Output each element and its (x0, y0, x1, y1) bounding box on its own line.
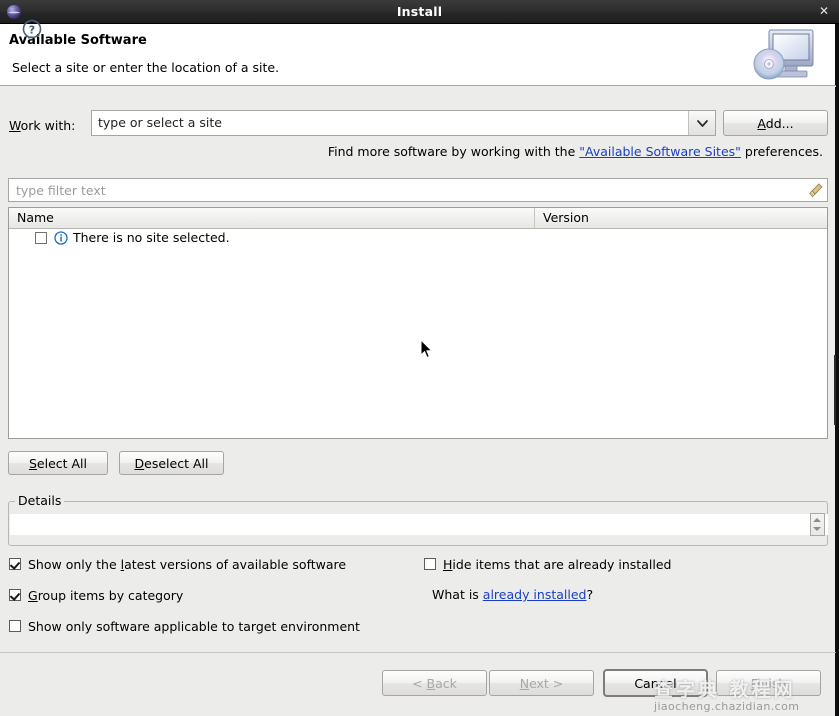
finish-button[interactable]: Finish (716, 670, 821, 696)
deselect-all-button[interactable]: Deselect All (119, 451, 224, 475)
checkbox-box[interactable] (9, 589, 21, 601)
spinner-updown-icon[interactable] (810, 513, 825, 536)
row-checkbox[interactable] (35, 232, 47, 244)
work-with-combo[interactable]: type or select a site (91, 110, 716, 136)
details-legend: Details (15, 493, 64, 508)
details-text-area[interactable] (10, 514, 828, 535)
spinner-down-arrow[interactable] (813, 527, 821, 531)
back-button[interactable]: < Back (382, 670, 487, 696)
work-with-label: Work with: (9, 118, 75, 133)
cancel-button[interactable]: Cancel (603, 669, 708, 697)
close-icon[interactable]: ✕ (819, 0, 829, 23)
what-is-prefix: What is (432, 587, 483, 602)
install-dialog-window: Install ✕ Available Software Select a si… (0, 0, 839, 716)
filter-input-box[interactable]: type filter text (8, 178, 828, 202)
clear-filter-broom-icon[interactable] (807, 181, 825, 199)
row-name-label: There is no site selected. (73, 230, 230, 245)
checkbox-box[interactable] (9, 620, 21, 632)
window-right-edge-accent (834, 355, 836, 425)
work-with-input[interactable]: type or select a site (98, 115, 222, 130)
available-software-table[interactable]: Name Version There is no site selected. (8, 207, 828, 439)
available-software-sites-link[interactable]: "Available Software Sites" (579, 144, 741, 159)
find-more-text: Find more software by working with the "… (328, 144, 823, 159)
find-more-prefix: Find more software by working with the (328, 144, 579, 159)
checkbox-label: Hide items that are already installed (443, 557, 671, 572)
svg-text:?: ? (29, 24, 35, 37)
details-group: Details (8, 501, 828, 546)
already-installed-link[interactable]: already installed (483, 587, 587, 602)
checkbox-box[interactable] (424, 558, 436, 570)
table-row[interactable]: There is no site selected. (9, 229, 827, 249)
window-title: Install (0, 0, 839, 23)
filter-placeholder: type filter text (16, 183, 106, 198)
checkbox-label: Show only software applicable to target … (28, 619, 360, 634)
column-header-name[interactable]: Name (9, 208, 535, 228)
spinner-up-arrow[interactable] (813, 518, 821, 522)
dialog-header: Available Software Select a site or ente… (0, 24, 837, 86)
info-icon (54, 231, 68, 245)
next-button[interactable]: Next > (489, 670, 594, 696)
add-button[interactable]: Add... (723, 110, 828, 136)
help-question-icon[interactable]: ? (22, 19, 42, 39)
table-header-row: Name Version (9, 208, 827, 229)
dialog-body: Work with: type or select a site Add... … (0, 87, 837, 652)
what-is-suffix: ? (586, 587, 593, 602)
page-subtitle: Select a site or enter the location of a… (12, 60, 279, 75)
monitor-with-disc-icon (747, 26, 827, 84)
column-header-version[interactable]: Version (535, 208, 828, 228)
select-all-button[interactable]: Select All (8, 451, 108, 475)
find-more-suffix: preferences. (741, 144, 823, 159)
chevron-down-icon[interactable] (688, 111, 715, 135)
checkbox-box[interactable] (9, 558, 21, 570)
what-is-already-installed: What is already installed? (432, 587, 593, 602)
checkbox-label: Group items by category (28, 588, 183, 603)
checkbox-label: Show only the latest versions of availab… (28, 557, 346, 572)
title-bar: Install ✕ (0, 0, 839, 24)
